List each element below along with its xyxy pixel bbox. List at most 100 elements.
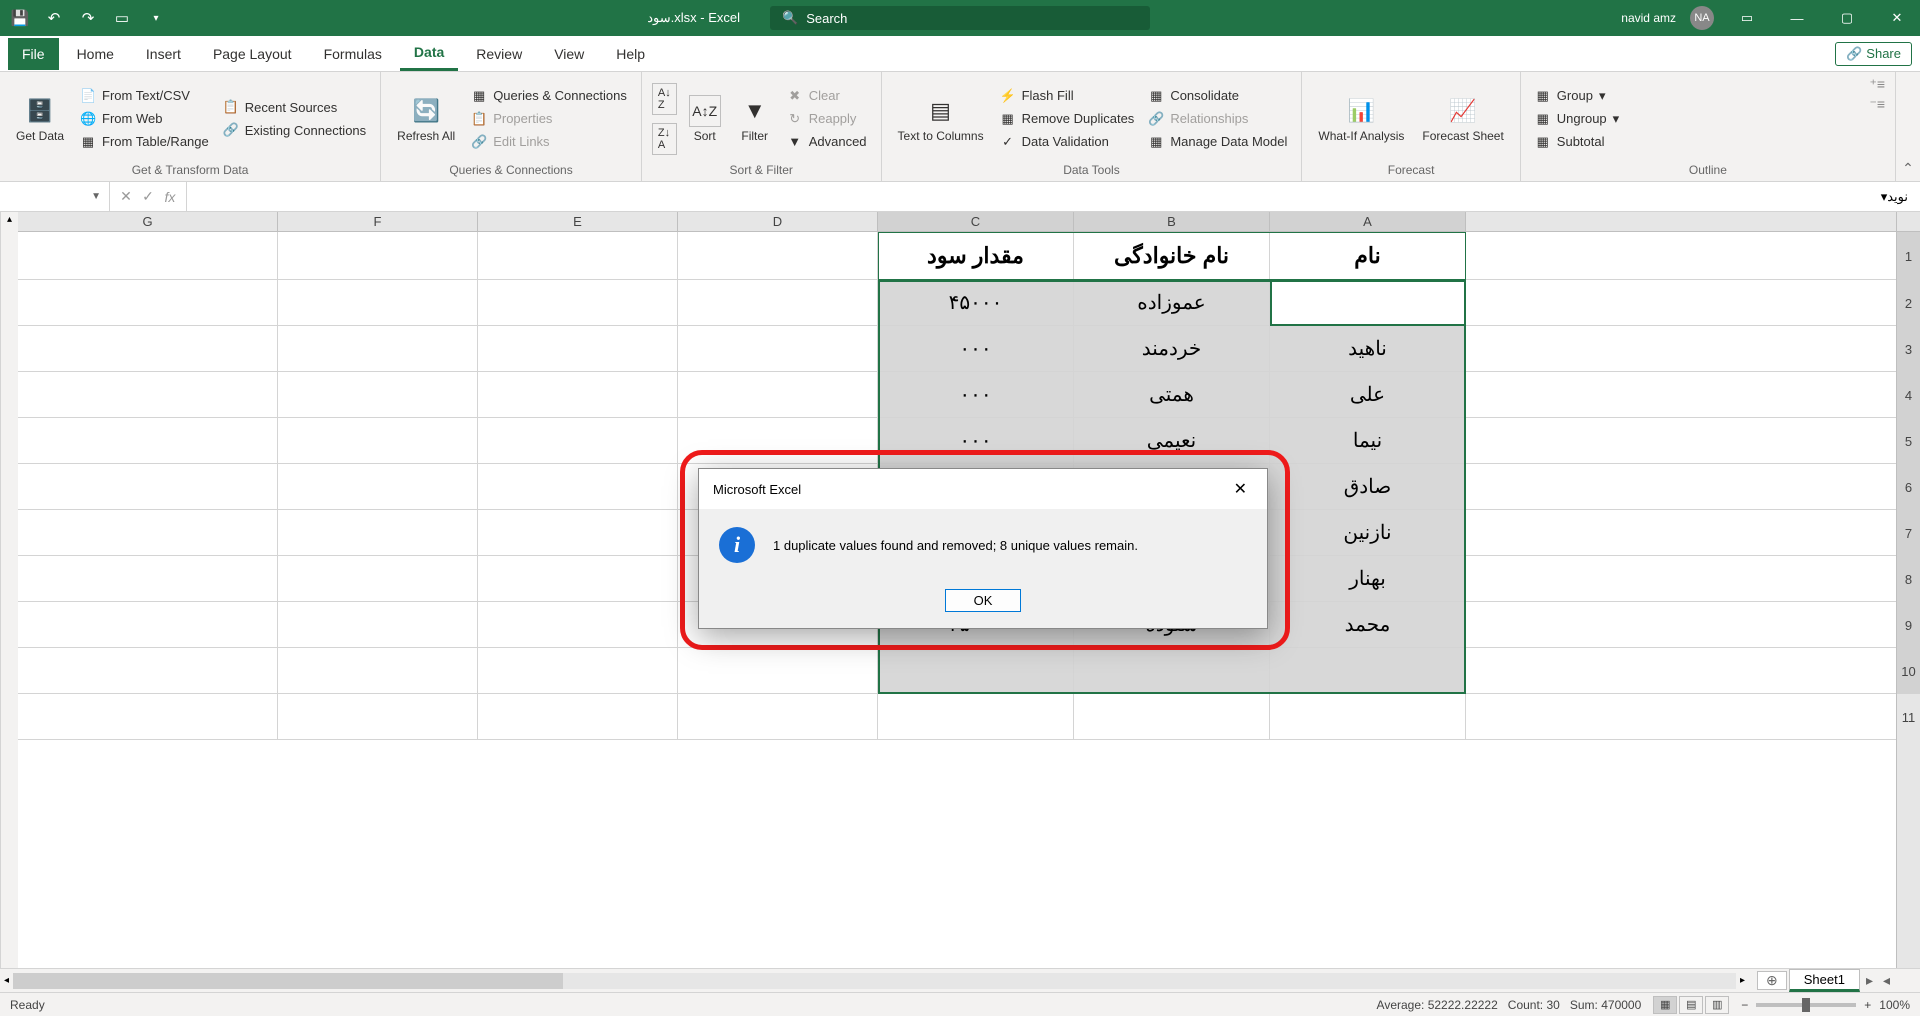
cell-C2[interactable]: ۴۵۰۰۰ xyxy=(878,280,1074,325)
cell-G4[interactable] xyxy=(18,372,278,417)
collapse-icon[interactable]: ⁻≡ xyxy=(1869,96,1885,113)
row-header-8[interactable]: 8 xyxy=(1897,556,1920,602)
column-header-F[interactable]: F xyxy=(278,212,478,231)
zoom-slider[interactable] xyxy=(1756,1003,1856,1007)
sort-asc-button[interactable]: A↓Z xyxy=(652,83,677,115)
from-text-csv-button[interactable]: 📄From Text/CSV xyxy=(76,86,213,106)
ungroup-button[interactable]: ▦Ungroup ▾ xyxy=(1531,109,1623,129)
qat-icon[interactable]: ▭ xyxy=(108,4,136,32)
cell-F9[interactable] xyxy=(278,602,478,647)
row-header-11[interactable]: 11 xyxy=(1897,694,1920,740)
name-box[interactable]: ▼ xyxy=(0,182,110,211)
zoom-out-icon[interactable]: − xyxy=(1741,998,1748,1012)
cell-E3[interactable] xyxy=(478,326,678,371)
cell-E11[interactable] xyxy=(478,694,678,739)
cell-D11[interactable] xyxy=(678,694,878,739)
cell-G10[interactable] xyxy=(18,648,278,693)
user-avatar[interactable]: NA xyxy=(1690,6,1714,30)
data-validation-button[interactable]: ✓Data Validation xyxy=(996,132,1139,152)
qat-dropdown-icon[interactable]: ▾ xyxy=(142,4,170,32)
tab-data[interactable]: Data xyxy=(400,36,458,71)
row-header-10[interactable]: 10 xyxy=(1897,648,1920,694)
column-header-D[interactable]: D xyxy=(678,212,878,231)
cell-A11[interactable] xyxy=(1270,694,1466,739)
dialog-ok-button[interactable]: OK xyxy=(945,589,1022,612)
cell-A1[interactable]: نام xyxy=(1270,232,1466,279)
cell-E6[interactable] xyxy=(478,464,678,509)
row-header-7[interactable]: 7 xyxy=(1897,510,1920,556)
cell-E2[interactable] xyxy=(478,280,678,325)
text-to-columns-button[interactable]: ▤ Text to Columns xyxy=(892,91,990,147)
page-break-view-icon[interactable]: ▥ xyxy=(1705,996,1729,1014)
cell-G5[interactable] xyxy=(18,418,278,463)
collapse-ribbon-icon[interactable]: ⌃ xyxy=(1896,72,1920,181)
cancel-icon[interactable]: ✕ xyxy=(116,188,136,205)
subtotal-button[interactable]: ▦Subtotal xyxy=(1531,132,1623,152)
queries-connections-button[interactable]: ▦Queries & Connections xyxy=(467,86,631,106)
cell-B5[interactable]: نعیمی xyxy=(1074,418,1270,463)
cell-A9[interactable]: محمد xyxy=(1270,602,1466,647)
recent-sources-button[interactable]: 📋Recent Sources xyxy=(219,97,370,117)
consolidate-button[interactable]: ▦Consolidate xyxy=(1144,86,1291,106)
cell-C1[interactable]: مقدار سود xyxy=(878,232,1074,279)
scroll-up-icon[interactable]: ▴ xyxy=(7,214,12,225)
scroll-thumb[interactable] xyxy=(13,973,563,989)
cell-D2[interactable] xyxy=(678,280,878,325)
search-box[interactable]: 🔍 Search xyxy=(770,6,1150,30)
cell-F11[interactable] xyxy=(278,694,478,739)
remove-duplicates-button[interactable]: ▦Remove Duplicates xyxy=(996,109,1139,129)
cell-C10[interactable] xyxy=(878,648,1074,693)
row-header-2[interactable]: 2 xyxy=(1897,280,1920,326)
user-name[interactable]: navid amz xyxy=(1621,11,1676,25)
cell-A10[interactable] xyxy=(1270,648,1466,693)
cell-A5[interactable]: نیما xyxy=(1270,418,1466,463)
cell-B1[interactable]: نام خانوادگی xyxy=(1074,232,1270,279)
fx-icon[interactable]: fx xyxy=(160,189,180,205)
minimize-icon[interactable]: — xyxy=(1774,0,1820,36)
cell-G9[interactable] xyxy=(18,602,278,647)
scroll-left-icon[interactable]: ◂ xyxy=(4,975,9,986)
column-header-C[interactable]: C xyxy=(878,212,1074,231)
manage-data-model-button[interactable]: ▦Manage Data Model xyxy=(1144,132,1291,152)
cell-C3[interactable]: ۰۰۰ xyxy=(878,326,1074,371)
enter-icon[interactable]: ✓ xyxy=(138,188,158,205)
cell-A8[interactable]: بهنار xyxy=(1270,556,1466,601)
column-header-E[interactable]: E xyxy=(478,212,678,231)
tab-formulas[interactable]: Formulas xyxy=(310,38,396,70)
cell-F6[interactable] xyxy=(278,464,478,509)
row-header-3[interactable]: 3 xyxy=(1897,326,1920,372)
cell-E1[interactable] xyxy=(478,232,678,279)
cell-D5[interactable] xyxy=(678,418,878,463)
from-web-button[interactable]: 🌐From Web xyxy=(76,109,213,129)
row-header-9[interactable]: 9 xyxy=(1897,602,1920,648)
cell-B11[interactable] xyxy=(1074,694,1270,739)
cell-F7[interactable] xyxy=(278,510,478,555)
cell-D10[interactable] xyxy=(678,648,878,693)
cell-E9[interactable] xyxy=(478,602,678,647)
zoom-in-icon[interactable]: + xyxy=(1864,998,1871,1012)
tab-help[interactable]: Help xyxy=(602,38,659,70)
formula-input[interactable] xyxy=(187,182,1869,211)
sheet-nav-right-icon[interactable]: ▸ xyxy=(1862,972,1877,989)
cell-G2[interactable] xyxy=(18,280,278,325)
cell-G8[interactable] xyxy=(18,556,278,601)
sheet-tab[interactable]: Sheet1 xyxy=(1789,969,1860,992)
forecast-sheet-button[interactable]: 📈 Forecast Sheet xyxy=(1416,91,1509,147)
flash-fill-button[interactable]: ⚡Flash Fill xyxy=(996,86,1139,106)
save-icon[interactable]: 💾 xyxy=(6,4,34,32)
cell-C11[interactable] xyxy=(878,694,1074,739)
cell-A7[interactable]: نازنین xyxy=(1270,510,1466,555)
row-header-5[interactable]: 5 xyxy=(1897,418,1920,464)
ribbon-display-icon[interactable]: ▭ xyxy=(1724,0,1770,36)
maximize-icon[interactable]: ▢ xyxy=(1824,0,1870,36)
cell-A3[interactable]: ناهید xyxy=(1270,326,1466,371)
filter-button[interactable]: ▼ Filter xyxy=(733,91,777,147)
tab-home[interactable]: Home xyxy=(63,38,128,70)
cell-E8[interactable] xyxy=(478,556,678,601)
zoom-control[interactable]: − + 100% xyxy=(1741,998,1910,1012)
cell-B4[interactable]: همتی xyxy=(1074,372,1270,417)
dialog-close-icon[interactable]: ✕ xyxy=(1228,479,1253,499)
cell-G3[interactable] xyxy=(18,326,278,371)
cell-E4[interactable] xyxy=(478,372,678,417)
select-all-corner[interactable] xyxy=(1897,212,1920,232)
